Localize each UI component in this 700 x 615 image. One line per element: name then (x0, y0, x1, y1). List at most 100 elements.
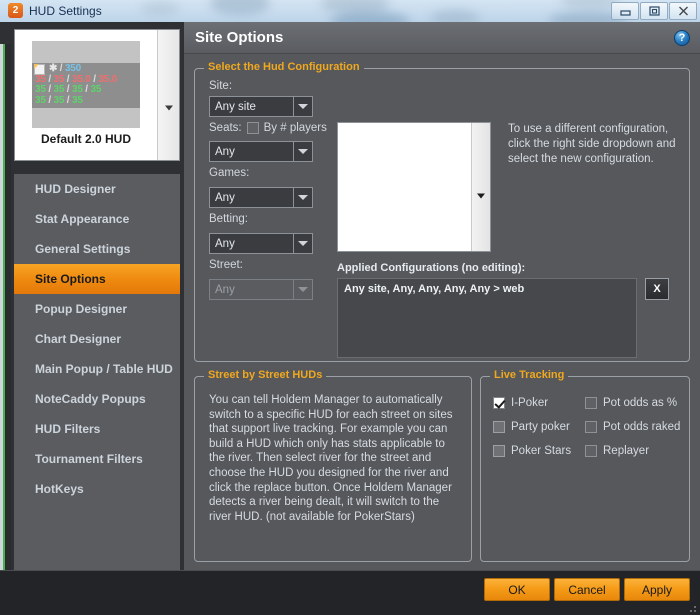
close-button[interactable] (669, 2, 697, 20)
window-controls (610, 2, 697, 20)
sidebar-item-hud-designer[interactable]: HUD Designer (14, 174, 180, 204)
hud-stat-token: 35 (35, 73, 46, 85)
checkbox-row[interactable]: Party poker (493, 421, 570, 433)
checkbox-row[interactable]: Poker Stars (493, 445, 571, 457)
sidebar-item-main-popup-table-hud[interactable]: Main Popup / Table HUD (14, 354, 180, 384)
betting-dropdown-value: Any (215, 237, 235, 250)
sidebar-item-stat-appearance[interactable]: Stat Appearance (14, 204, 180, 234)
site-dropdown-value: Any site (215, 100, 256, 113)
hud-stat-token: 35 (53, 94, 65, 106)
cancel-button[interactable]: Cancel (554, 578, 620, 601)
chevron-down-icon (477, 193, 485, 199)
hud-preview-scrollbar[interactable] (157, 30, 179, 160)
card-icon (34, 64, 45, 75)
checkbox-label: Party poker (511, 421, 570, 433)
window-body: ✱ / 350 35 / 35 / 35.0 / 35.0 35 / 35 / 35… (0, 22, 700, 615)
hud-stat-token: 35 (90, 84, 102, 95)
checkbox-pot-odds-raked (585, 421, 597, 433)
applied-configuration-row[interactable]: Any site, Any, Any, Any, Any > web (344, 283, 630, 295)
live-tracking-group: Live Tracking I-Poker Party poker Poker St… (480, 369, 690, 562)
configuration-listbox[interactable] (337, 122, 491, 252)
resize-grip[interactable] (688, 604, 698, 614)
chevron-down-icon (164, 105, 173, 111)
hud-preview-canvas: ✱ / 350 35 / 35 / 35.0 / 35.0 35 / 35 / 35… (15, 30, 157, 160)
by-number-of-players-checkbox[interactable] (246, 122, 259, 134)
hud-stat-token: ✱ (49, 63, 58, 74)
sidebar-item-popup-designer[interactable]: Popup Designer (14, 294, 180, 324)
remove-configuration-button[interactable]: X (645, 278, 669, 300)
street-by-street-description: You can tell Holdem Manager to automatic… (209, 394, 453, 523)
hud-preview-stats: ✱ / 350 35 / 35 / 35.0 / 35.0 35 / 35 / 35… (32, 63, 140, 108)
sidebar-item-hud-filters[interactable]: HUD Filters (14, 414, 180, 444)
chevron-down-icon (293, 97, 312, 116)
street-by-street-group-title: Street by Street HUDs (204, 369, 327, 381)
chevron-down-icon (293, 234, 312, 253)
close-icon (678, 6, 688, 16)
games-dropdown[interactable]: Any (209, 187, 313, 208)
checkbox-row[interactable]: Replayer (585, 445, 649, 457)
hud-stat-token: 350 (64, 63, 82, 74)
titlebar-left: 2 HUD Settings (8, 3, 102, 18)
main-panel: Site Options ? Select the Hud Configurat… (184, 22, 700, 570)
checkbox-label: Poker Stars (511, 445, 572, 457)
sidebar-item-tournament-filters[interactable]: Tournament Filters (14, 444, 180, 474)
window-titlebar: 2 HUD Settings (0, 0, 700, 22)
sidebar-item-hotkeys[interactable]: HotKeys (14, 474, 180, 504)
hud-stat-token: 35.0 (98, 73, 118, 85)
hud-configuration-group: Select the Hud Configuration Site: Any s… (194, 61, 690, 362)
sidebar-item-chart-designer[interactable]: Chart Designer (14, 324, 180, 354)
checkbox-poker-stars[interactable] (493, 445, 505, 457)
bg-blur-artifact (210, 0, 270, 16)
sidebar-item-general-settings[interactable]: General Settings (14, 234, 180, 264)
configuration-listbox-scrollbar[interactable] (471, 123, 490, 251)
sidebar-item-site-options[interactable]: Site Options (14, 264, 180, 294)
games-label: Games: (209, 167, 250, 179)
hud-preview-panel: ✱ / 350 35 / 35 / 35.0 / 35.0 35 / 35 / 35… (14, 29, 180, 161)
hud-stat-token: 35 (53, 73, 65, 85)
checkbox-row[interactable]: I-Poker (493, 397, 548, 409)
hud-stat-token: 35 (71, 84, 83, 95)
bg-blur-artifact (330, 12, 410, 22)
hud-stat-token: 35 (35, 84, 46, 95)
checkbox-label: Pot odds raked (603, 421, 681, 433)
checkbox-row[interactable]: Pot odds as % (585, 397, 677, 409)
applied-configurations-list[interactable]: Any site, Any, Any, Any, Any > web (337, 278, 637, 358)
checkbox-party-poker[interactable] (493, 421, 505, 433)
minimize-icon (619, 9, 631, 16)
sidebar-item-notecaddy-popups[interactable]: NoteCaddy Popups (14, 384, 180, 414)
hud-configuration-group-title: Select the Hud Configuration (204, 61, 364, 73)
hud-stat-token: / (64, 84, 72, 95)
configuration-hint-text: To use a different configuration, click … (508, 123, 676, 165)
seats-dropdown[interactable]: Any (209, 141, 313, 162)
hud-stat-token: / (64, 73, 72, 85)
street-dropdown: Any (209, 279, 313, 300)
bg-blur-artifact (430, 10, 480, 22)
sidebar-nav: HUD Designer Stat Appearance General Setti… (14, 174, 180, 570)
chevron-down-icon (293, 188, 312, 207)
street-by-street-group: Street by Street HUDs You can tell Holde… (194, 369, 472, 562)
page-title: Site Options (195, 29, 284, 46)
minimize-button[interactable] (611, 2, 639, 20)
hud-stat-token: / (64, 94, 72, 106)
applied-configurations-label: Applied Configurations (no editing): (337, 262, 526, 274)
site-label: Site: (209, 80, 233, 92)
maximize-button[interactable] (640, 2, 668, 20)
street-label: Street: (209, 259, 243, 271)
bg-blur-artifact (140, 2, 180, 16)
question-mark-icon[interactable]: ? (674, 30, 690, 46)
seats-dropdown-value: Any (215, 145, 235, 158)
checkbox-label: I-Poker (511, 397, 549, 409)
window-title: HUD Settings (29, 3, 102, 18)
checkbox-row[interactable]: Pot odds raked (585, 421, 680, 433)
checkbox-pot-odds-as (585, 397, 597, 409)
apply-button[interactable]: Apply (624, 578, 690, 601)
restore-icon (648, 6, 660, 16)
hud-stat-line: 35 / 35 / 35 (35, 94, 137, 107)
betting-dropdown[interactable]: Any (209, 233, 313, 254)
hud-stat-token: 35.0 (71, 73, 91, 85)
checkbox-i-poker[interactable] (493, 397, 505, 409)
hud-preview-table: ✱ / 350 35 / 35 / 35.0 / 35.0 35 / 35 / 35… (32, 41, 140, 128)
site-dropdown[interactable]: Any site (209, 96, 313, 117)
ok-button[interactable]: OK (484, 578, 550, 601)
left-column: ✱ / 350 35 / 35 / 35.0 / 35.0 35 / 35 / 35… (11, 22, 184, 570)
